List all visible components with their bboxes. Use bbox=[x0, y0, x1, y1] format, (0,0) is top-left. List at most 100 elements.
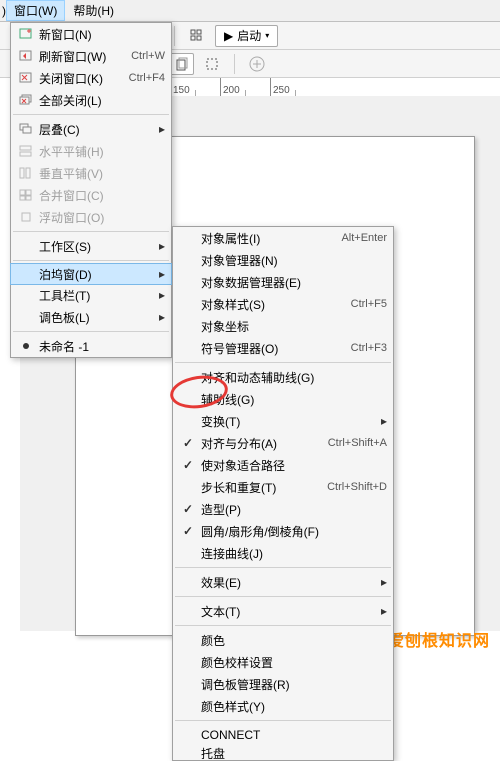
menu-label: 工作区(S) bbox=[39, 238, 157, 255]
menu-label: 对象坐标 bbox=[201, 318, 387, 335]
menu-object-data-manager[interactable]: 对象数据管理器(E) bbox=[173, 271, 393, 293]
menu-step-repeat[interactable]: 步长和重复(T) Ctrl+Shift+D bbox=[173, 476, 393, 498]
menu-shaping[interactable]: ✓ 造型(P) bbox=[173, 498, 393, 520]
menu-fillet[interactable]: ✓ 圆角/扇形角/倒棱角(F) bbox=[173, 520, 393, 542]
menu-dockers[interactable]: 泊坞窗(D) ▸ bbox=[10, 263, 172, 285]
menu-separator bbox=[175, 596, 391, 597]
menu-guidelines[interactable]: 辅助线(G) bbox=[173, 388, 393, 410]
menu-workspace[interactable]: 工作区(S) ▸ bbox=[11, 235, 171, 257]
launch-label: 启动 bbox=[237, 27, 261, 44]
toolbar-separator bbox=[234, 54, 235, 74]
menu-label: 全部关闭(L) bbox=[39, 92, 165, 109]
menu-color-proof[interactable]: 颜色校样设置 bbox=[173, 651, 393, 673]
menu-color-styles[interactable]: 颜色样式(Y) bbox=[173, 695, 393, 717]
float-icon bbox=[17, 209, 35, 225]
menu-separator bbox=[13, 331, 169, 332]
menu-tray[interactable]: 托盘 bbox=[173, 746, 393, 760]
ruler-tick: 200 bbox=[223, 85, 240, 96]
menu-object-manager[interactable]: 对象管理器(N) bbox=[173, 249, 393, 271]
window-menu-dropdown: 新窗口(N) 刷新窗口(W) Ctrl+W 关闭窗口(K) Ctrl+F4 全部… bbox=[10, 22, 172, 358]
menu-separator bbox=[13, 260, 169, 261]
menu-label: 步长和重复(T) bbox=[201, 479, 327, 496]
menu-label: 造型(P) bbox=[201, 501, 387, 518]
launch-button[interactable]: ▶ 启动 ▾ bbox=[215, 25, 278, 47]
submenu-arrow-icon: ▸ bbox=[157, 310, 165, 324]
menu-label: 合并窗口(C) bbox=[39, 187, 165, 204]
menu-label: 泊坞窗(D) bbox=[39, 266, 157, 283]
menu-window[interactable]: 窗口(W) bbox=[6, 0, 65, 21]
checkmark-icon: ✓ bbox=[179, 435, 197, 451]
menu-new-window[interactable]: 新窗口(N) bbox=[11, 23, 171, 45]
menu-label: 对齐和动态辅助线(G) bbox=[201, 369, 387, 386]
menu-label: 效果(E) bbox=[201, 574, 379, 591]
menu-object-coordinates[interactable]: 对象坐标 bbox=[173, 315, 393, 337]
snap-icon[interactable] bbox=[200, 53, 224, 75]
menu-horizontal-tile: 水平平铺(H) bbox=[11, 140, 171, 162]
menu-align-distribute[interactable]: ✓ 对齐与分布(A) Ctrl+Shift+A bbox=[173, 432, 393, 454]
refresh-icon bbox=[17, 48, 35, 64]
menu-separator bbox=[175, 720, 391, 721]
submenu-arrow-icon: ▸ bbox=[379, 414, 387, 428]
menu-label: 未命名 -1 bbox=[39, 338, 165, 355]
menu-connect[interactable]: CONNECT bbox=[173, 724, 393, 746]
menu-shortcut: Ctrl+W bbox=[131, 50, 165, 62]
menu-label: 辅助线(G) bbox=[201, 391, 387, 408]
menu-merge-window: 合并窗口(C) bbox=[11, 184, 171, 206]
menu-label: 浮动窗口(O) bbox=[39, 209, 165, 226]
menu-palettes[interactable]: 调色板(L) ▸ bbox=[11, 306, 171, 328]
checkmark-icon: ✓ bbox=[179, 523, 197, 539]
menu-object-properties[interactable]: 对象属性(I) Alt+Enter bbox=[173, 227, 393, 249]
add-icon[interactable] bbox=[245, 53, 269, 75]
watermark: 爱刨根知识网 bbox=[388, 627, 490, 651]
menu-label: 对象样式(S) bbox=[201, 296, 351, 313]
menu-text[interactable]: 文本(T) ▸ bbox=[173, 600, 393, 622]
menu-label: 颜色 bbox=[201, 632, 387, 649]
menu-help[interactable]: 帮助(H) bbox=[65, 0, 122, 21]
menu-label: 连接曲线(J) bbox=[201, 545, 387, 562]
menu-palette-manager[interactable]: 调色板管理器(R) bbox=[173, 673, 393, 695]
submenu-arrow-icon: ▸ bbox=[157, 239, 165, 253]
bullet-icon bbox=[17, 338, 35, 354]
menu-close-window[interactable]: 关闭窗口(K) Ctrl+F4 bbox=[11, 67, 171, 89]
menu-label: 调色板管理器(R) bbox=[201, 676, 387, 693]
menu-effects[interactable]: 效果(E) ▸ bbox=[173, 571, 393, 593]
menu-connect-curves[interactable]: 连接曲线(J) bbox=[173, 542, 393, 564]
checkmark-icon: ✓ bbox=[179, 501, 197, 517]
menu-label: 文本(T) bbox=[201, 603, 379, 620]
play-icon: ▶ bbox=[224, 29, 233, 43]
menu-label: 工具栏(T) bbox=[39, 287, 157, 304]
menu-label: 水平平铺(H) bbox=[39, 143, 165, 160]
menu-cascade[interactable]: 层叠(C) ▸ bbox=[11, 118, 171, 140]
menu-shortcut: Ctrl+F4 bbox=[129, 72, 165, 84]
menu-label: 调色板(L) bbox=[39, 309, 157, 326]
menu-color[interactable]: 颜色 bbox=[173, 629, 393, 651]
menu-fit-path[interactable]: ✓ 使对象适合路径 bbox=[173, 454, 393, 476]
menubar: ) 窗口(W) 帮助(H) bbox=[0, 0, 500, 22]
menu-toolbars[interactable]: 工具栏(T) ▸ bbox=[11, 284, 171, 306]
submenu-arrow-icon: ▸ bbox=[379, 604, 387, 618]
menu-shortcut: Ctrl+Shift+D bbox=[327, 481, 387, 493]
menu-label: 垂直平铺(V) bbox=[39, 165, 165, 182]
menu-shortcut: Ctrl+F5 bbox=[351, 298, 387, 310]
close-all-icon bbox=[17, 92, 35, 108]
submenu-arrow-icon: ▸ bbox=[157, 122, 165, 136]
menu-document-unnamed[interactable]: 未命名 -1 bbox=[11, 335, 171, 357]
page-orientation-icon[interactable] bbox=[170, 53, 194, 75]
menu-symbol-manager[interactable]: 符号管理器(O) Ctrl+F3 bbox=[173, 337, 393, 359]
menu-label: 刷新窗口(W) bbox=[39, 48, 131, 65]
menu-label: CONNECT bbox=[201, 728, 387, 742]
menu-refresh-window[interactable]: 刷新窗口(W) Ctrl+W bbox=[11, 45, 171, 67]
menu-object-styles[interactable]: 对象样式(S) Ctrl+F5 bbox=[173, 293, 393, 315]
menu-label: 圆角/扇形角/倒棱角(F) bbox=[201, 523, 387, 540]
dockers-submenu: 对象属性(I) Alt+Enter 对象管理器(N) 对象数据管理器(E) 对象… bbox=[172, 226, 394, 761]
menu-close-all[interactable]: 全部关闭(L) bbox=[11, 89, 171, 111]
menu-shortcut: Alt+Enter bbox=[341, 232, 387, 244]
menu-align-guides[interactable]: 对齐和动态辅助线(G) bbox=[173, 366, 393, 388]
menu-float-window: 浮动窗口(O) bbox=[11, 206, 171, 228]
menu-label: 关闭窗口(K) bbox=[39, 70, 129, 87]
h-tile-icon bbox=[17, 143, 35, 159]
menu-label: 颜色样式(Y) bbox=[201, 698, 387, 715]
new-window-icon bbox=[17, 26, 35, 42]
menu-transform[interactable]: 变换(T) ▸ bbox=[173, 410, 393, 432]
grid-icon[interactable] bbox=[185, 25, 209, 47]
